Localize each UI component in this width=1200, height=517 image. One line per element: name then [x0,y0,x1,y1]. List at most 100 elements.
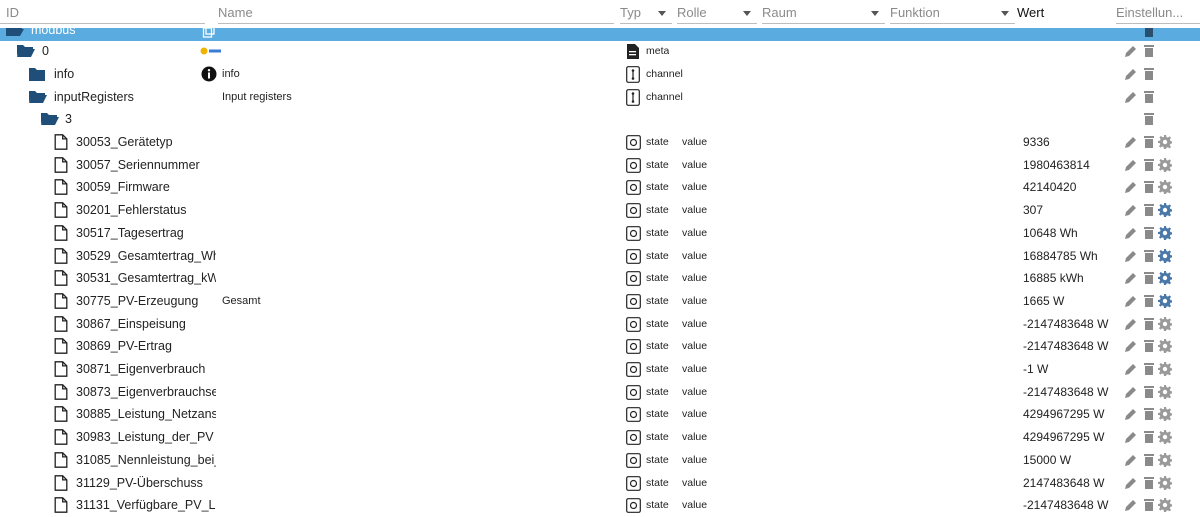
state-row[interactable]: 30869_PV-Ertrag state value -2147483648 … [0,335,1200,357]
trash-icon[interactable] [1142,158,1156,172]
gear-icon[interactable] [1158,271,1172,285]
pencil-icon[interactable] [1124,453,1138,467]
pencil-icon[interactable] [1124,294,1138,308]
state-value[interactable]: 9336 [1023,131,1115,153]
state-value[interactable]: 16885 kWh [1023,267,1115,289]
pencil-icon[interactable] [1124,158,1138,172]
gear-icon[interactable] [1158,294,1172,308]
tree-row-inputregisters[interactable]: inputRegisters Input registers channel [0,86,1200,108]
state-row[interactable]: 30531_Gesamtertrag_kWh state value 16885… [0,267,1200,289]
state-row[interactable]: 30053_Gerätetyp state value 9336 [0,131,1200,153]
state-value[interactable]: 42140420 [1023,176,1115,198]
state-row[interactable]: 30059_Firmware state value 42140420 [0,176,1200,198]
pencil-icon[interactable] [1124,203,1138,217]
gear-icon[interactable] [1158,407,1172,421]
gear-icon[interactable] [1158,498,1172,512]
gear-icon[interactable] [1158,226,1172,240]
state-row[interactable]: 30983_Leistung_der_PV state value 429496… [0,426,1200,448]
trash-icon[interactable] [1142,407,1156,421]
state-row[interactable]: 30871_Eigenverbrauch state value -1 W [0,358,1200,380]
trash-icon[interactable] [1142,180,1156,194]
trash-icon[interactable] [1142,135,1156,149]
trash-icon[interactable] [1142,362,1156,376]
state-row[interactable]: 30885_Leistung_Netzansc... state value 4… [0,403,1200,425]
filter-role-select[interactable]: Rolle [677,2,757,24]
state-value[interactable]: 307 [1023,199,1115,221]
trash-icon[interactable] [1142,453,1156,467]
gear-icon[interactable] [1158,249,1172,263]
pencil-icon[interactable] [1124,249,1138,263]
tree-row-folder-3[interactable]: 3 [0,108,1200,130]
pencil-icon[interactable] [1124,339,1138,353]
pencil-icon[interactable] [1124,476,1138,490]
pencil-icon[interactable] [1124,498,1138,512]
trash-icon[interactable] [1142,271,1156,285]
gear-icon[interactable] [1158,317,1172,331]
trash-icon[interactable] [1142,67,1156,81]
trash-icon[interactable] [1142,90,1156,104]
state-row[interactable]: 30873_Eigenverbrauchser... state value -… [0,381,1200,403]
gear-icon[interactable] [1158,453,1172,467]
state-row[interactable]: 31131_Verfügbare_PV_Lei... state value -… [0,494,1200,516]
pencil-icon[interactable] [1124,407,1138,421]
pencil-icon[interactable] [1124,90,1138,104]
gear-icon[interactable] [1158,476,1172,490]
gear-icon[interactable] [1158,180,1172,194]
filter-type-select[interactable]: Typ [620,2,672,24]
state-value[interactable]: 4294967295 W [1023,426,1115,448]
trash-icon[interactable] [1142,385,1156,399]
filter-name-input[interactable]: Name [218,2,614,24]
state-row[interactable]: 31085_Nennleistung_bei_... state value 1… [0,449,1200,471]
trash-icon[interactable] [1142,249,1156,263]
state-row[interactable]: 30201_Fehlerstatus state value 307 [0,199,1200,221]
pencil-icon[interactable] [1124,135,1138,149]
filter-id-input[interactable]: ID [0,2,205,24]
pencil-icon[interactable] [1124,44,1138,58]
trash-icon[interactable] [1142,226,1156,240]
trash-icon[interactable] [1142,112,1156,126]
gear-icon[interactable] [1158,135,1172,149]
pencil-icon[interactable] [1124,180,1138,194]
gear-icon[interactable] [1158,203,1172,217]
trash-icon[interactable] [1142,44,1156,58]
trash-icon[interactable] [1142,203,1156,217]
trash-icon[interactable] [1142,430,1156,444]
pencil-icon[interactable] [1124,430,1138,444]
state-value[interactable]: -1 W [1023,358,1115,380]
state-value[interactable]: 2147483648 W [1023,472,1115,494]
gear-icon[interactable] [1158,339,1172,353]
filter-room-select[interactable]: Raum [762,2,885,24]
state-value[interactable]: -2147483648 W [1023,494,1115,516]
pencil-icon[interactable] [1124,226,1138,240]
pencil-icon[interactable] [1124,67,1138,81]
gear-icon[interactable] [1158,158,1172,172]
state-value[interactable]: 16884785 Wh [1023,245,1115,267]
gear-icon[interactable] [1158,385,1172,399]
state-value[interactable]: 10648 Wh [1023,222,1115,244]
state-row[interactable]: 30867_Einspeisung state value -214748364… [0,313,1200,335]
trash-icon[interactable] [1142,339,1156,353]
state-value[interactable]: 1665 W [1023,290,1115,312]
tree-row-info[interactable]: info info channel [0,63,1200,85]
pencil-icon[interactable] [1124,271,1138,285]
state-row[interactable]: 30057_Seriennummer state value 198046381… [0,154,1200,176]
pencil-icon[interactable] [1124,362,1138,376]
state-value[interactable]: 15000 W [1023,449,1115,471]
state-value[interactable]: -2147483648 W [1023,335,1115,357]
state-value[interactable]: 4294967295 W [1023,403,1115,425]
state-row[interactable]: 30529_Gesamtertrag_Wh state value 168847… [0,245,1200,267]
state-row[interactable]: 30775_PV-Erzeugung Gesamt state value 16… [0,290,1200,312]
trash-icon[interactable] [1142,476,1156,490]
gear-icon[interactable] [1158,362,1172,376]
filter-function-select[interactable]: Funktion [890,2,1015,24]
gear-icon[interactable] [1158,430,1172,444]
trash-icon[interactable] [1142,317,1156,331]
pencil-icon[interactable] [1124,385,1138,399]
state-row[interactable]: 31129_PV-Überschuss state value 21474836… [0,472,1200,494]
pencil-icon[interactable] [1124,317,1138,331]
state-row[interactable]: 30517_Tagesertrag state value 10648 Wh [0,222,1200,244]
trash-icon[interactable] [1142,294,1156,308]
state-value[interactable]: -2147483648 W [1023,313,1115,335]
state-value[interactable]: 1980463814 [1023,154,1115,176]
trash-icon[interactable] [1142,498,1156,512]
